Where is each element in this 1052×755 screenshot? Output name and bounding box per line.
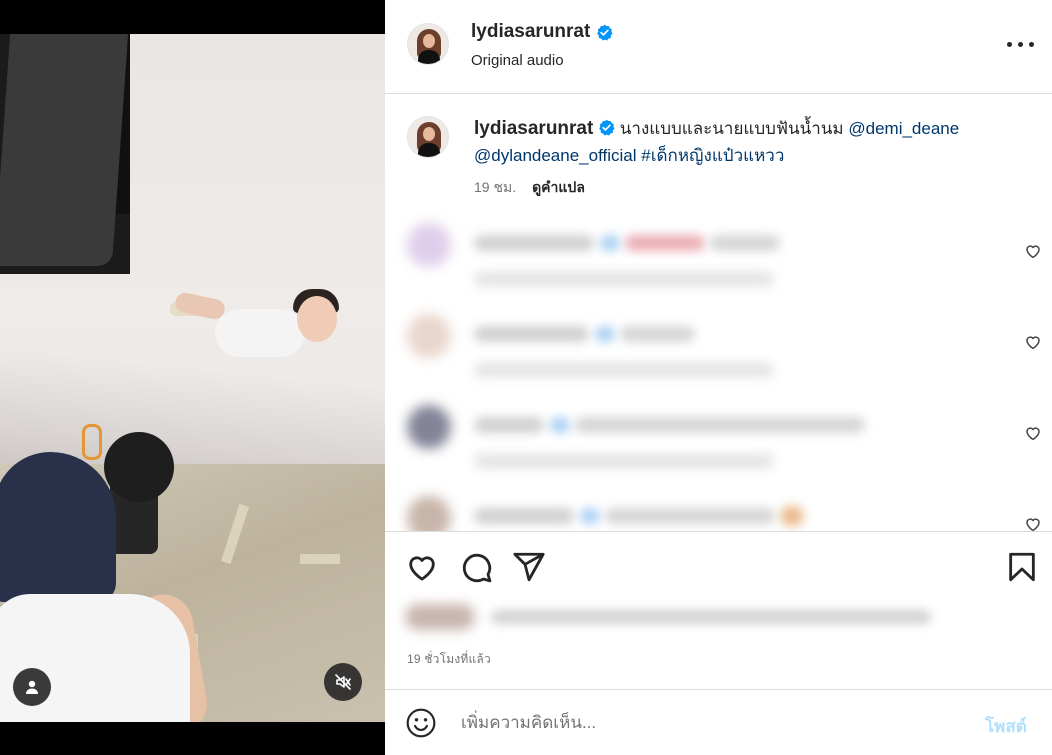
caption-block: lydiasarunrat นางแบบและนายแบบฟันน้ำนม @d… <box>385 95 1052 205</box>
caption-text: lydiasarunrat นางแบบและนายแบบฟันน้ำนม @d… <box>474 115 1034 169</box>
emoji-icon[interactable] <box>405 707 437 739</box>
avatar[interactable] <box>407 116 449 158</box>
more-options-button[interactable] <box>1003 36 1039 56</box>
post-header: lydiasarunrat Original audio <box>385 0 1052 94</box>
heart-icon[interactable] <box>405 550 439 584</box>
post-comment-button[interactable]: โพสต์ <box>985 713 1027 740</box>
post-timestamp[interactable]: 19 ชั่วโมงที่แล้ว <box>407 650 491 669</box>
post-media[interactable] <box>0 0 385 755</box>
caption-username[interactable]: lydiasarunrat <box>474 118 593 139</box>
verified-badge-icon <box>597 24 613 40</box>
verified-badge-icon <box>599 119 615 136</box>
hashtag-link[interactable]: #เด็กหญิงแป๋วแหวว <box>641 146 784 165</box>
caption-body: นางแบบและนายแบบฟันน้ำนม <box>619 119 844 138</box>
mention-link[interactable]: @dylandeane_official <box>474 146 637 165</box>
comment-input[interactable] <box>461 704 961 742</box>
mention-link[interactable]: @demi_deane <box>848 119 959 138</box>
header-username[interactable]: lydiasarunrat <box>471 21 590 43</box>
muted-speaker-icon <box>335 674 351 690</box>
comments-list[interactable] <box>385 205 1052 531</box>
caption-meta: 19 ชม. ดูคำแปล <box>474 177 585 199</box>
tagged-users-button[interactable] <box>13 668 51 706</box>
mute-toggle-button[interactable] <box>324 663 362 701</box>
post-details-panel: lydiasarunrat Original audio lydiasarunr… <box>385 0 1052 755</box>
share-icon[interactable] <box>512 550 546 584</box>
liked-by-summary[interactable] <box>401 602 941 632</box>
bookmark-icon[interactable] <box>1005 550 1039 584</box>
add-comment-bar: โพสต์ <box>385 689 1052 755</box>
avatar[interactable] <box>407 23 449 65</box>
header-username-row: lydiasarunrat <box>471 21 613 43</box>
audio-label[interactable]: Original audio <box>471 52 564 69</box>
video-frame <box>0 34 385 722</box>
user-tag-icon <box>26 680 38 694</box>
caption-time[interactable]: 19 ชม. <box>474 177 516 199</box>
comment-icon[interactable] <box>459 550 493 584</box>
post-actions: 19 ชั่วโมงที่แล้ว <box>385 531 1052 689</box>
post-modal: lydiasarunrat Original audio lydiasarunr… <box>0 0 1052 755</box>
translate-button[interactable]: ดูคำแปล <box>532 177 585 199</box>
